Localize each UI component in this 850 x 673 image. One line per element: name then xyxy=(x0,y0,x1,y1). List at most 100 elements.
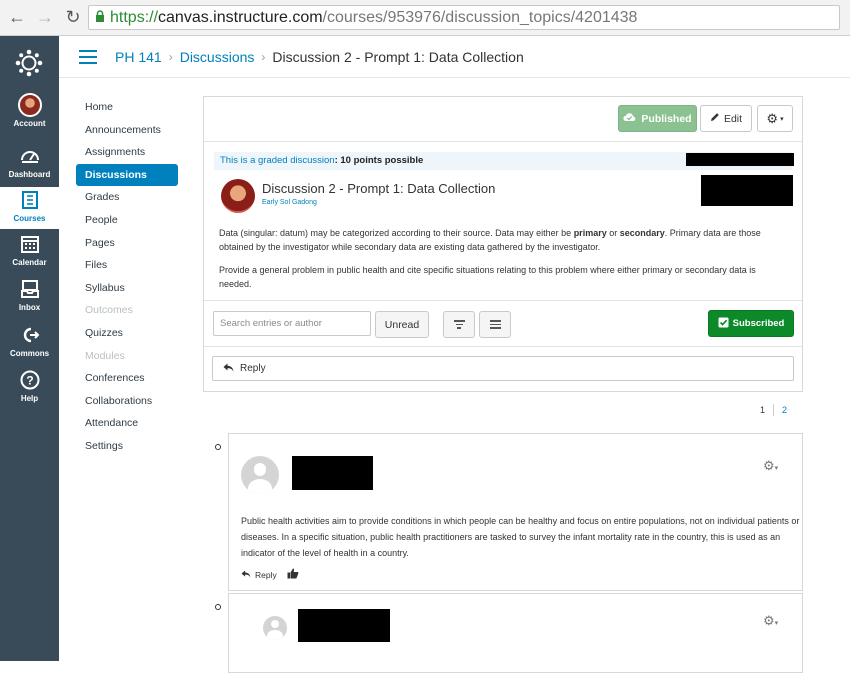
author-name-link[interactable]: Early Sol Gadong xyxy=(262,199,317,206)
course-nav-pages[interactable]: Pages xyxy=(76,232,178,255)
unread-button[interactable]: Unread xyxy=(375,311,429,338)
discussion-title: Discussion 2 - Prompt 1: Data Collection xyxy=(262,181,496,196)
course-nav-people[interactable]: People xyxy=(76,209,178,232)
gear-icon: ⚙ xyxy=(766,110,779,126)
entry-reply-link[interactable]: Reply xyxy=(241,570,277,580)
divider xyxy=(204,141,802,142)
caret-down-icon: ▾ xyxy=(774,465,779,472)
global-nav-label: Dashboard xyxy=(8,170,51,179)
redaction-block xyxy=(292,456,373,490)
course-nav-conferences[interactable]: Conferences xyxy=(76,367,178,390)
entry-reply-label: Reply xyxy=(255,569,277,580)
reload-icon[interactable]: ↻ xyxy=(62,7,84,29)
course-nav-files[interactable]: Files xyxy=(76,254,178,277)
global-nav-commons[interactable]: Commons xyxy=(0,325,59,369)
breadcrumb-course[interactable]: PH 141 xyxy=(115,49,162,65)
search-input[interactable]: Search entries or author xyxy=(213,311,371,336)
redaction-block xyxy=(686,153,794,166)
expand-icon xyxy=(489,320,501,329)
divider xyxy=(204,300,802,301)
chevron-right-icon: › xyxy=(261,49,266,64)
gear-icon: ⚙ xyxy=(763,613,775,628)
course-nav-settings[interactable]: Settings xyxy=(76,435,178,458)
entry-settings-button[interactable]: ⚙▾ xyxy=(763,613,778,629)
global-nav-help[interactable]: ? Help xyxy=(0,370,59,414)
reply-icon xyxy=(223,363,234,375)
course-nav-assignments[interactable]: Assignments xyxy=(76,141,178,164)
user-avatar-placeholder[interactable] xyxy=(241,456,279,494)
pagination: 1 2 xyxy=(760,404,787,416)
entry-message: Public health activities aim to provide … xyxy=(241,516,800,558)
course-nav-syllabus[interactable]: Syllabus xyxy=(76,277,178,300)
reply-icon xyxy=(241,569,251,580)
course-nav-home[interactable]: Home xyxy=(76,96,178,119)
url-path: /courses/953976/discussion_topics/420143… xyxy=(322,8,638,26)
global-nav-dashboard[interactable]: Dashboard xyxy=(0,146,59,190)
thread-bullet-icon xyxy=(215,444,221,450)
global-nav-courses[interactable]: Courses xyxy=(0,187,59,229)
course-nav-grades[interactable]: Grades xyxy=(76,186,178,209)
url-host: canvas.instructure.com xyxy=(158,8,323,26)
author-avatar[interactable] xyxy=(221,179,255,213)
user-avatar-placeholder[interactable] xyxy=(263,616,287,640)
entry-settings-button[interactable]: ⚙▾ xyxy=(763,458,778,474)
dashboard-icon xyxy=(19,146,41,168)
paragraph-bold: secondary xyxy=(619,228,665,238)
settings-menu-button[interactable]: ⚙ ▾ xyxy=(757,105,793,132)
canvas-logo-icon[interactable] xyxy=(14,48,44,78)
published-button[interactable]: Published xyxy=(618,105,697,132)
global-nav-inbox[interactable]: Inbox xyxy=(0,279,59,323)
graded-points: : 10 points possible xyxy=(334,155,424,166)
course-nav-collaborations[interactable]: Collaborations xyxy=(76,390,178,413)
svg-text:?: ? xyxy=(26,374,33,388)
global-nav-label: Inbox xyxy=(18,303,41,312)
global-nav-label: Calendar xyxy=(12,258,47,267)
global-nav-calendar[interactable]: Calendar xyxy=(0,234,59,278)
global-nav-label: Account xyxy=(13,119,46,128)
global-nav-label: Commons xyxy=(9,349,50,358)
gear-icon: ⚙ xyxy=(763,458,775,473)
paragraph-text: or xyxy=(606,228,620,238)
expand-replies-button[interactable] xyxy=(479,311,511,338)
entry-actions: Reply xyxy=(241,568,299,581)
paragraph-bold: primary xyxy=(573,228,607,238)
lock-icon xyxy=(95,10,105,25)
course-nav-attendance[interactable]: Attendance xyxy=(76,412,178,435)
divider xyxy=(204,346,802,347)
published-label: Published xyxy=(641,112,692,125)
reply-button[interactable]: Reply xyxy=(212,356,794,381)
subscribed-label: Subscribed xyxy=(732,318,785,329)
page-1-link[interactable]: 1 xyxy=(760,405,765,415)
forward-icon[interactable]: → xyxy=(34,7,56,29)
global-nav-label: Help xyxy=(20,394,39,403)
graded-text: This is a graded discussion xyxy=(220,155,335,166)
course-nav-outcomes[interactable]: Outcomes xyxy=(76,299,178,322)
global-nav-account[interactable]: Account xyxy=(0,93,59,137)
collapse-replies-button[interactable] xyxy=(443,311,475,338)
page-2-link[interactable]: 2 xyxy=(782,405,787,415)
edit-button[interactable]: Edit xyxy=(700,105,752,132)
breadcrumb: PH 141 › Discussions › Discussion 2 - Pr… xyxy=(59,36,850,78)
course-nav-announcements[interactable]: Announcements xyxy=(76,119,178,142)
collapse-icon xyxy=(453,320,465,329)
topic-paragraph-2: Provide a general problem in public heal… xyxy=(219,265,756,289)
subscribed-button[interactable]: Subscribed xyxy=(708,310,794,337)
course-nav: Home Announcements Assignments Discussio… xyxy=(76,96,178,458)
back-icon[interactable]: ← xyxy=(6,7,28,29)
cloud-check-icon xyxy=(623,112,636,125)
global-nav: Account Dashboard Courses Calendar Inbox… xyxy=(0,36,59,661)
breadcrumb-discussions[interactable]: Discussions xyxy=(180,49,255,65)
breadcrumb-current: Discussion 2 - Prompt 1: Data Collection xyxy=(272,48,524,65)
course-nav-quizzes[interactable]: Quizzes xyxy=(76,322,178,345)
course-nav-modules[interactable]: Modules xyxy=(76,345,178,368)
browser-toolbar: ← → ↻ https://canvas.instructure.com/cou… xyxy=(0,0,850,36)
like-icon[interactable] xyxy=(287,568,299,581)
discussion-topic: Published Edit ⚙ ▾ This is a graded disc… xyxy=(203,96,803,392)
course-nav-discussions[interactable]: Discussions xyxy=(76,163,178,187)
topic-paragraph-1: Data (singular: datum) may be categorize… xyxy=(219,226,779,254)
check-square-icon xyxy=(718,317,729,331)
caret-down-icon: ▾ xyxy=(774,620,779,627)
avatar xyxy=(17,93,42,117)
hamburger-menu-icon[interactable] xyxy=(79,49,97,64)
address-bar[interactable]: https://canvas.instructure.com/courses/9… xyxy=(88,5,840,30)
